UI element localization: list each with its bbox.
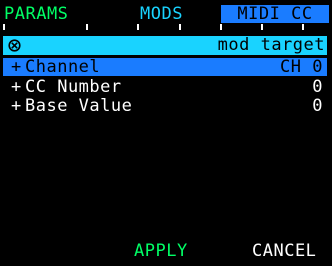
tick-mark: [137, 24, 139, 30]
param-name: Base Value: [25, 96, 133, 116]
tab-params[interactable]: PARAMS: [4, 5, 68, 23]
param-value: 0: [312, 77, 323, 97]
mod-target-header[interactable]: mod target: [3, 36, 327, 55]
tick-mark: [3, 24, 5, 30]
apply-button[interactable]: APPLY: [134, 242, 188, 260]
param-row-cc-number[interactable]: + CC Number 0: [3, 78, 327, 96]
target-icon: [8, 39, 21, 52]
tab-midi-cc[interactable]: MIDI CC: [221, 5, 329, 23]
tick-mark: [302, 24, 304, 30]
cancel-button[interactable]: CANCEL: [252, 242, 316, 260]
expand-icon: +: [11, 77, 22, 97]
tick-mark: [86, 24, 88, 30]
param-row-channel[interactable]: + Channel CH 0: [3, 58, 327, 76]
param-value: 0: [312, 96, 323, 116]
tab-tick-marks: [0, 24, 332, 30]
tick-mark: [220, 24, 222, 30]
param-row-base-value[interactable]: + Base Value 0: [3, 97, 327, 115]
tab-bar: PARAMS MODS MIDI CC: [0, 0, 332, 26]
param-name: Channel: [25, 57, 101, 77]
expand-icon: +: [11, 96, 22, 116]
tick-mark: [179, 24, 181, 30]
param-value: CH 0: [280, 57, 323, 77]
expand-icon: +: [11, 57, 22, 77]
tick-mark: [261, 24, 263, 30]
param-name: CC Number: [25, 77, 122, 97]
mod-target-label: mod target: [217, 35, 325, 55]
tab-mods[interactable]: MODS: [140, 5, 183, 23]
